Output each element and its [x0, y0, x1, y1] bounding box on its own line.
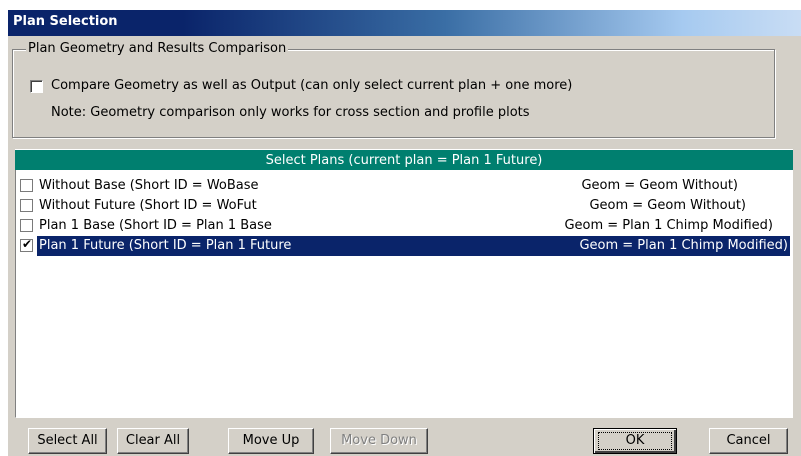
cancel-button[interactable]: Cancel: [709, 428, 788, 454]
plan-name: Plan 1 Base (Short ID = Plan 1 Base: [39, 218, 272, 233]
plan-geom: Geom = Geom Without): [581, 178, 738, 193]
ok-button[interactable]: OK: [593, 428, 677, 454]
select-all-button[interactable]: Select All: [28, 428, 107, 454]
plans-list-header: Select Plans (current plan = Plan 1 Futu…: [15, 149, 793, 170]
plan-row-plan-1-future[interactable]: ✔ Plan 1 Future (Short ID = Plan 1 Futur…: [18, 236, 790, 256]
plan-row-plan-1-base[interactable]: Plan 1 Base (Short ID = Plan 1 Base Geom…: [18, 216, 790, 236]
comparison-groupbox: [12, 49, 775, 138]
check-mark-icon: ✔: [22, 237, 33, 251]
plans-list[interactable]: Without Base (Short ID = WoBase Geom = G…: [15, 170, 793, 418]
plan-checkbox-without-future[interactable]: [20, 199, 33, 212]
plan-name: Plan 1 Future (Short ID = Plan 1 Future: [39, 238, 292, 253]
plan-row-without-future[interactable]: Without Future (Short ID = WoFut Geom = …: [18, 196, 790, 216]
plan-geom: Geom = Plan 1 Chimp Modified): [564, 218, 773, 233]
plan-checkbox-plan-1-base[interactable]: [20, 219, 33, 232]
move-down-button[interactable]: Move Down: [330, 428, 428, 454]
title-bar[interactable]: Plan Selection: [8, 10, 801, 36]
clear-all-button[interactable]: Clear All: [117, 428, 189, 454]
plan-row-without-base[interactable]: Without Base (Short ID = WoBase Geom = G…: [18, 176, 790, 196]
geometry-note: Note: Geometry comparison only works for…: [51, 105, 530, 120]
comparison-group-legend: Plan Geometry and Results Comparison: [26, 41, 289, 56]
ok-button-label: OK: [625, 433, 645, 448]
plan-name: Without Base (Short ID = WoBase: [39, 178, 259, 193]
plan-checkbox-without-base[interactable]: [20, 179, 33, 192]
window-title: Plan Selection: [13, 14, 118, 29]
plan-geom: Geom = Geom Without): [589, 198, 746, 213]
plan-geom: Geom = Plan 1 Chimp Modified): [579, 238, 788, 253]
plan-checkbox-plan-1-future[interactable]: ✔: [20, 237, 33, 252]
compare-geometry-label[interactable]: Compare Geometry as well as Output (can …: [51, 78, 572, 93]
plan-name: Without Future (Short ID = WoFut: [39, 198, 257, 213]
compare-geometry-checkbox[interactable]: [30, 80, 43, 93]
move-up-button[interactable]: Move Up: [228, 428, 314, 454]
